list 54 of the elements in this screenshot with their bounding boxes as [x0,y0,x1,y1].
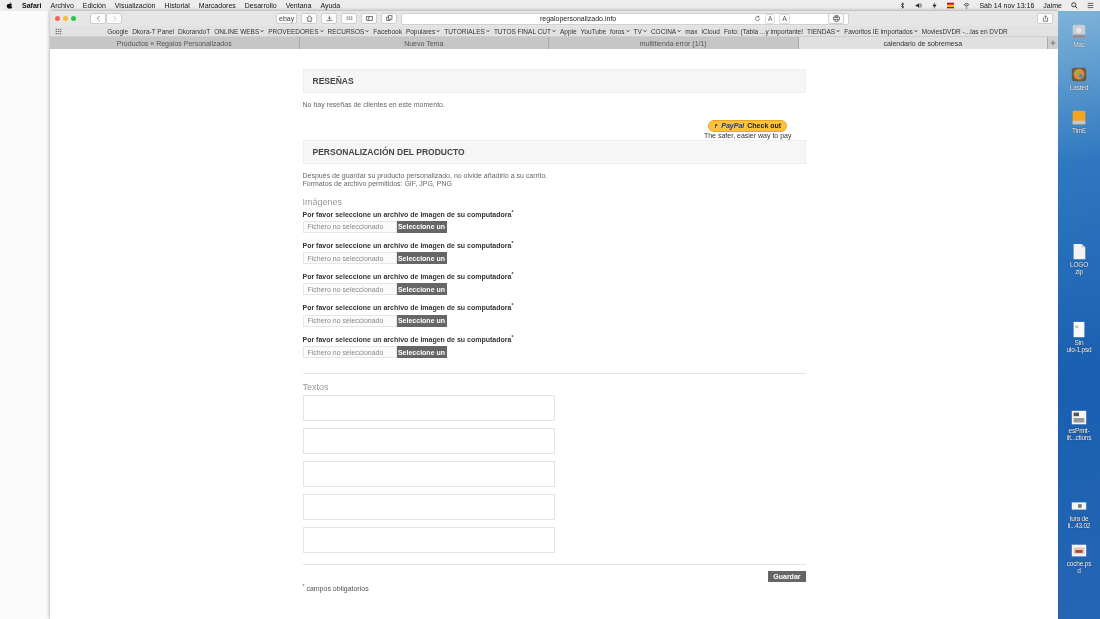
text-field[interactable] [302,494,555,521]
subheading: Imágenes [302,196,344,208]
share-icon [1041,15,1049,22]
chevron-down-icon [365,29,370,33]
reload-icon[interactable] [754,15,761,22]
grid-icon[interactable] [55,27,62,35]
chevron-down-icon [260,29,265,33]
paypal-logo-icon [714,123,719,128]
chevron-right-icon [110,15,118,22]
file-icon[interactable] [1070,409,1088,427]
grid-button[interactable] [341,13,358,24]
text-field[interactable] [302,428,555,455]
apple-icon[interactable] [6,2,13,9]
app-icon[interactable] [1070,66,1088,84]
chevron-down-icon [319,29,324,33]
grid-icon [345,15,353,22]
chevron-down-icon [625,29,630,33]
section-heading: PERSONALIZACIÓN DEL PRODUCTO [302,139,806,164]
flag-icon[interactable] [947,2,955,9]
chevron-left-icon [94,15,102,22]
home-button[interactable] [301,13,318,24]
tabs-icon [385,15,393,22]
volume-icon[interactable] [915,2,923,9]
search-icon[interactable] [1071,2,1078,9]
download-button[interactable] [321,13,338,24]
bluetooth-icon[interactable] [899,2,907,9]
printer-icon [832,15,840,22]
wifi-icon[interactable] [963,2,971,9]
tabs-button[interactable] [381,13,398,24]
list-icon[interactable] [1087,2,1094,9]
chevron-down-icon [642,29,647,33]
drive-icon[interactable] [1070,109,1088,127]
chevron-down-icon [836,29,841,33]
chevron-down-icon [485,29,490,33]
section-heading: RESEÑAS [302,69,806,93]
share-button[interactable] [1037,13,1053,24]
drive-icon[interactable] [1070,23,1088,41]
sidebar-button[interactable] [361,13,378,24]
sidebar-icon [365,15,373,22]
close-button[interactable] [55,16,60,21]
subheading: Textos [302,382,330,394]
text-field[interactable] [302,461,555,488]
plus-icon [1050,40,1056,46]
chevron-down-icon [551,29,556,33]
text-field[interactable] [302,395,555,422]
print-button[interactable] [828,13,844,24]
bolt-icon[interactable] [931,2,939,9]
text-field[interactable] [302,527,555,554]
home-icon [305,15,313,22]
new-tab-button[interactable] [1048,37,1058,49]
chevron-down-icon [436,29,441,33]
download-icon [325,15,333,22]
chevron-down-icon [913,29,918,33]
chevron-down-icon [677,29,682,33]
